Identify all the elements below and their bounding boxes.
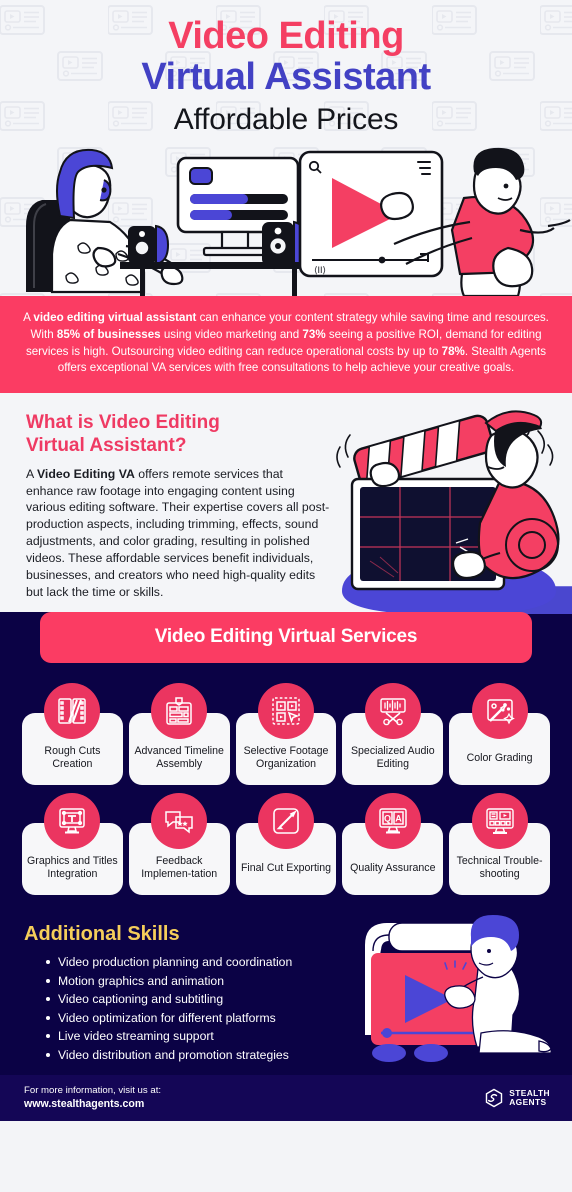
footer-url[interactable]: www.stealthagents.com <box>24 1098 161 1112</box>
service-label: Color Grading <box>466 751 533 764</box>
logo-line-2: AGENTS <box>509 1097 547 1108</box>
pencil-frame-icon <box>257 793 314 850</box>
hero-illustration: ⟨II⟩ <box>26 147 571 296</box>
video-player-person-illustration <box>365 915 552 1063</box>
additional-skills-section: Additional Skills Video production plann… <box>0 915 572 1076</box>
footer-prompt: For more information, visit us at: <box>24 1084 162 1096</box>
page-title: Video Editing Virtual Assistant Affordab… <box>0 0 572 139</box>
service-card-color-grading[interactable]: Color Grading <box>449 683 550 786</box>
intro-text: A video editing virtual assistant can en… <box>23 311 549 375</box>
additional-skills-list: Video production planning and coordinati… <box>0 953 360 1064</box>
svg-text:Q: Q <box>384 814 391 824</box>
footer: For more information, visit us at: www.s… <box>0 1075 572 1122</box>
clapperboard-illustration <box>336 410 560 616</box>
service-card-graphics-and-titles-integration[interactable]: Graphics and Titles Integration <box>22 793 123 896</box>
service-label: Selective Footage Organization <box>243 745 329 771</box>
service-card-advanced-timeline-assembly[interactable]: Advanced Timeline Assembly <box>128 683 230 786</box>
timeline-layers-icon <box>151 683 208 740</box>
infographic-page: Video Editing Virtual Assistant Affordab… <box>0 0 572 1192</box>
clip-grid-icon <box>257 683 314 740</box>
list-item: Motion graphics and animation <box>46 972 360 991</box>
what-is-body: A Video Editing VA offers remote service… <box>26 466 330 600</box>
svg-text:A: A <box>395 814 402 824</box>
title-line-1: Video Editing <box>168 15 404 57</box>
service-label: Quality Assurance <box>350 861 436 874</box>
service-label: Advanced Timeline Assembly <box>134 745 224 771</box>
service-label: Feedback Implemen-tation <box>141 855 218 881</box>
header-section: Video Editing Virtual Assistant Affordab… <box>0 0 572 296</box>
film-strips-icon <box>44 683 101 740</box>
list-item: Live video streaming support <box>46 1027 360 1046</box>
service-card-quality-assurance[interactable]: Q A Quality Assurance <box>342 793 444 896</box>
services-banner: Video Editing Virtual Services <box>40 612 532 664</box>
services-grid-row-2: Graphics and Titles Integration Feedback… <box>0 785 572 909</box>
intro-banner: A video editing virtual assistant can en… <box>0 296 572 394</box>
editor-at-desk-illustration <box>26 148 310 296</box>
audio-waveform-scissors-icon <box>364 683 421 740</box>
logo-wordmark: STEALTH AGENTS <box>509 1088 550 1108</box>
image-wand-icon <box>471 683 528 740</box>
service-label: Final Cut Exporting <box>240 861 332 874</box>
service-label: Rough Cuts Creation <box>44 745 101 771</box>
hexagon-logo-icon <box>485 1088 503 1108</box>
what-is-heading-line-2: Virtual Assistant? <box>26 435 187 457</box>
service-card-rough-cuts-creation[interactable]: Rough Cuts Creation <box>22 683 123 786</box>
footer-contact: For more information, visit us at: www.s… <box>24 1085 161 1112</box>
service-card-technical-troubleshooting[interactable]: Technical Trouble-shooting <box>449 793 550 896</box>
service-label: Technical Trouble-shooting <box>456 855 543 881</box>
list-item: Video distribution and promotion strateg… <box>46 1046 360 1065</box>
what-is-heading-line-1: What is Video Editing <box>26 412 220 434</box>
service-card-final-cut-exporting[interactable]: Final Cut Exporting <box>235 793 337 896</box>
list-item: Video production planning and coordinati… <box>46 953 360 972</box>
title-line-3: Affordable Prices <box>173 103 399 137</box>
play-button-person-illustration: ⟨II⟩ <box>298 147 571 296</box>
list-item: Video optimization for different platfor… <box>46 1009 360 1028</box>
services-grid-row-1: Rough Cuts Creation Advanced Timeline As… <box>0 663 572 786</box>
editing-desk-monitor-icon <box>471 793 528 850</box>
service-card-feedback-implementation[interactable]: Feedback Implemen-tation <box>128 793 230 896</box>
what-is-section: What is Video Editing Virtual Assistant?… <box>0 393 572 639</box>
monitor-text-icon <box>44 793 101 850</box>
stealth-agents-logo: STEALTH AGENTS <box>484 1088 550 1108</box>
qa-monitor-icon: Q A <box>364 793 421 850</box>
service-label: Specialized Audio Editing <box>350 745 435 771</box>
service-label: Graphics and Titles Integration <box>27 855 118 881</box>
chat-bubbles-icon <box>151 793 208 850</box>
title-line-2: Virtual Assistant <box>141 56 431 99</box>
services-section: Video Editing Virtual Services Rough Cut… <box>0 586 572 916</box>
svg-text:⟨II⟩: ⟨II⟩ <box>314 265 326 275</box>
service-card-selective-footage-organization[interactable]: Selective Footage Organization <box>235 683 337 786</box>
list-item: Video captioning and subtitling <box>46 990 360 1009</box>
service-card-specialized-audio-editing[interactable]: Specialized Audio Editing <box>342 683 444 786</box>
what-is-heading: What is Video Editing Virtual Assistant? <box>26 411 330 457</box>
